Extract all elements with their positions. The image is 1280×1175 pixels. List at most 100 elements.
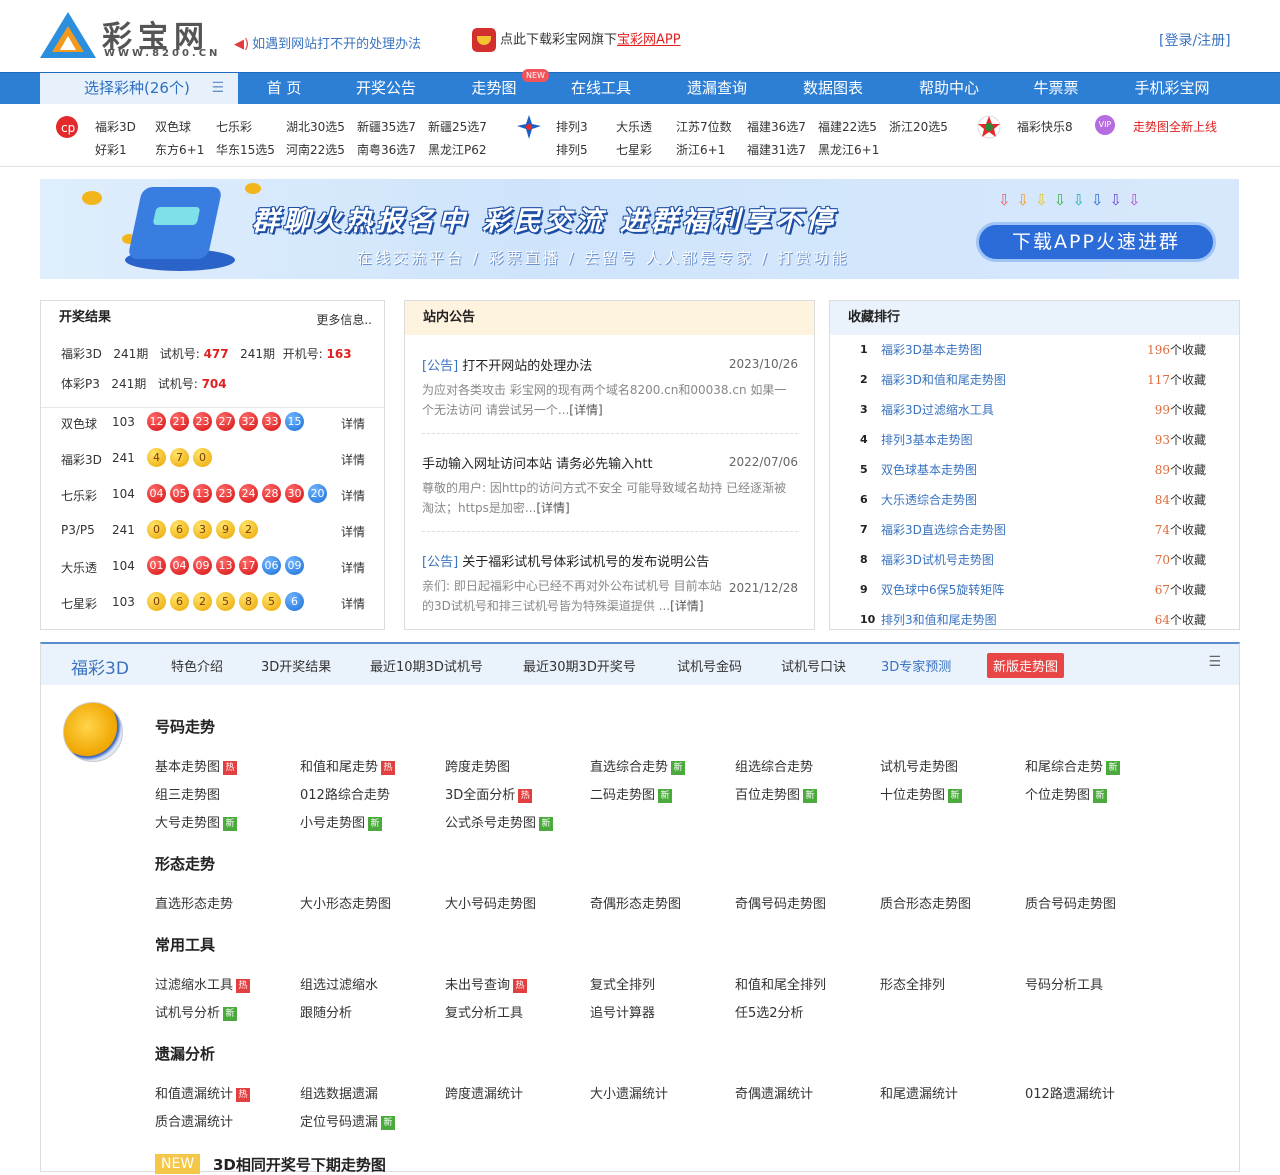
ranking-item[interactable]: 1 福彩3D基本走势图 196个收藏 bbox=[830, 335, 1206, 365]
rank-title[interactable]: 双色球基本走势图 bbox=[881, 455, 977, 485]
detail-link[interactable]: 详情 bbox=[341, 415, 365, 432]
more-info-link[interactable]: 更多信息.. bbox=[316, 311, 372, 328]
trend-link[interactable]: 质合号码走势图 bbox=[1025, 893, 1116, 912]
trend-link[interactable]: 和值遗漏统计热 bbox=[155, 1083, 251, 1102]
detail-link[interactable]: 详情 bbox=[341, 595, 365, 612]
announcement-item[interactable]: [公告] 打不开网站的处理办法 2023/10/26 为应对各类攻击 彩宝网的现… bbox=[422, 355, 798, 420]
trend-link[interactable]: 定位号码遗漏新 bbox=[300, 1111, 396, 1130]
trend-link[interactable]: 质合遗漏统计 bbox=[155, 1111, 233, 1130]
lottery-link[interactable]: 新疆25选7 bbox=[428, 118, 487, 135]
lottery-link[interactable]: 浙江6+1 bbox=[676, 141, 725, 158]
tab-features[interactable]: 特色介绍 bbox=[171, 656, 223, 675]
detail-link[interactable]: 详情 bbox=[341, 523, 365, 540]
nav-data-charts[interactable]: 数据图表 bbox=[775, 73, 891, 104]
tab-expert-forecast[interactable]: 3D专家预测 bbox=[881, 656, 951, 675]
nav-help-center[interactable]: 帮助中心 bbox=[891, 73, 1007, 104]
lottery-link[interactable]: 黑龙江P62 bbox=[428, 141, 487, 158]
tab-last30-draws[interactable]: 最近30期3D开奖号 bbox=[523, 656, 636, 675]
lottery-link[interactable]: 东方6+1 bbox=[155, 141, 204, 158]
trend-link[interactable]: 追号计算器 bbox=[590, 1002, 655, 1021]
site-logo[interactable]: 彩宝网 WWW.8200.CN bbox=[40, 12, 217, 62]
lottery-link[interactable]: 排列5 bbox=[556, 141, 588, 158]
tab-new-trend[interactable]: 新版走势图 bbox=[987, 653, 1065, 678]
lottery-link[interactable]: 湖北30选5 bbox=[286, 118, 345, 135]
trend-link[interactable]: 试机号走势图 bbox=[880, 756, 958, 775]
lottery-link[interactable]: 排列3 bbox=[556, 118, 588, 135]
tab-last10-trial[interactable]: 最近10期3D试机号 bbox=[370, 656, 483, 675]
tab-trial-gold[interactable]: 试机号金码 bbox=[677, 656, 742, 675]
trend-link[interactable]: 小号走势图新 bbox=[300, 812, 383, 831]
trend-promo-link[interactable]: 走势图全新上线 bbox=[1133, 118, 1217, 135]
trend-link[interactable]: 012路遗漏统计 bbox=[1025, 1083, 1115, 1102]
detail-link[interactable]: 详情 bbox=[341, 487, 365, 504]
lottery-link[interactable]: 江苏7位数 bbox=[676, 118, 732, 135]
trend-link[interactable]: 形态全排列 bbox=[880, 974, 945, 993]
trend-link[interactable]: 奇偶号码走势图 bbox=[735, 893, 826, 912]
detail-link[interactable]: 详情 bbox=[341, 451, 365, 468]
rank-title[interactable]: 福彩3D过滤缩水工具 bbox=[881, 395, 994, 425]
login-register-link[interactable]: [登录/注册] bbox=[1159, 30, 1231, 50]
nav-niupiaopiao[interactable]: 牛票票 bbox=[998, 73, 1114, 104]
lottery-link[interactable]: 黑龙江6+1 bbox=[818, 141, 879, 158]
tab-trial-rhyme[interactable]: 试机号口诀 bbox=[781, 656, 846, 675]
ranking-item[interactable]: 10 排列3和值和尾走势图 64个收藏 bbox=[830, 605, 1206, 635]
detail-link[interactable]: [详情] bbox=[569, 403, 602, 417]
rank-title[interactable]: 大乐透综合走势图 bbox=[881, 485, 977, 515]
trend-link[interactable]: 跟随分析 bbox=[300, 1002, 352, 1021]
trend-link[interactable]: 跨度遗漏统计 bbox=[445, 1083, 523, 1102]
ranking-item[interactable]: 5 双色球基本走势图 89个收藏 bbox=[830, 455, 1206, 485]
ranking-item[interactable]: 3 福彩3D过滤缩水工具 99个收藏 bbox=[830, 395, 1206, 425]
nav-home[interactable]: 首 页 bbox=[226, 73, 342, 104]
rank-title[interactable]: 排列3基本走势图 bbox=[881, 425, 973, 455]
trend-link[interactable]: 组三走势图 bbox=[155, 784, 220, 803]
ranking-item[interactable]: 6 大乐透综合走势图 84个收藏 bbox=[830, 485, 1206, 515]
rank-title[interactable]: 排列3和值和尾走势图 bbox=[881, 605, 997, 635]
lottery-link[interactable]: 河南22选5 bbox=[286, 141, 345, 158]
detail-link[interactable]: [详情] bbox=[670, 599, 703, 613]
trend-link[interactable]: 3D全面分析热 bbox=[445, 784, 533, 803]
tab-3d-results[interactable]: 3D开奖结果 bbox=[261, 656, 331, 675]
trend-link[interactable]: 任5选2分析 bbox=[735, 1002, 804, 1021]
trend-link[interactable]: 未出号查询热 bbox=[445, 974, 528, 993]
lottery-link[interactable]: 福建22选5 bbox=[818, 118, 877, 135]
trend-link[interactable]: 大小形态走势图 bbox=[300, 893, 391, 912]
trend-link[interactable]: 012路综合走势 bbox=[300, 784, 390, 803]
app-download-link[interactable]: 点此下载彩宝网旗下宝彩网APP bbox=[472, 28, 681, 52]
trend-link[interactable]: 大小遗漏统计 bbox=[590, 1083, 668, 1102]
ranking-item[interactable]: 9 双色球中6保5旋转矩阵 67个收藏 bbox=[830, 575, 1206, 605]
ranking-item[interactable]: 7 福彩3D直选综合走势图 74个收藏 bbox=[830, 515, 1206, 545]
lottery-link[interactable]: 大乐透 bbox=[616, 118, 652, 135]
nav-draw-notice[interactable]: 开奖公告 bbox=[328, 73, 444, 104]
promo-banner[interactable]: 群聊火热报名中 彩民交流 进群福利享不停 在线交流平台 / 彩票直播 / 去留号… bbox=[40, 179, 1239, 279]
trend-link[interactable]: 二码走势图新 bbox=[590, 784, 673, 803]
announcement-item[interactable]: [公告] 关于福彩试机号体彩试机号的发布说明公告 亲们: 即日起福彩中心已经不再… bbox=[422, 551, 798, 616]
rank-title[interactable]: 福彩3D直选综合走势图 bbox=[881, 515, 1006, 545]
trend-link[interactable]: 试机号分析新 bbox=[155, 1002, 238, 1021]
site-notice-link[interactable]: ◀) 如遇到网站打不开的处理办法 bbox=[234, 33, 421, 52]
ranking-item[interactable]: 4 排列3基本走势图 93个收藏 bbox=[830, 425, 1206, 455]
rank-title[interactable]: 福彩3D基本走势图 bbox=[881, 335, 982, 365]
trend-link[interactable]: 复式全排列 bbox=[590, 974, 655, 993]
trend-link[interactable]: 十位走势图新 bbox=[880, 784, 963, 803]
trend-link[interactable]: 直选综合走势新 bbox=[590, 756, 686, 775]
trend-link[interactable]: 百位走势图新 bbox=[735, 784, 818, 803]
detail-link[interactable]: [详情] bbox=[536, 501, 569, 515]
trend-link[interactable]: 号码分析工具 bbox=[1025, 974, 1103, 993]
trend-link[interactable]: 和尾遗漏统计 bbox=[880, 1083, 958, 1102]
app-link-text[interactable]: 宝彩网APP bbox=[617, 33, 681, 48]
trend-link[interactable]: 奇偶形态走势图 bbox=[590, 893, 681, 912]
trend-link[interactable]: 组选综合走势 bbox=[735, 756, 813, 775]
trend-link[interactable]: 基本走势图热 bbox=[155, 756, 238, 775]
nav-online-tools[interactable]: 在线工具 bbox=[543, 73, 659, 104]
nav-omission-query[interactable]: 遗漏查询 bbox=[659, 73, 775, 104]
lottery-link[interactable]: 福彩3D bbox=[95, 118, 136, 135]
lottery-selector[interactable]: 选择彩种(26个) ☰ bbox=[40, 73, 238, 104]
rank-title[interactable]: 福彩3D试机号走势图 bbox=[881, 545, 994, 575]
lottery-link[interactable]: 浙江20选5 bbox=[889, 118, 948, 135]
trend-link[interactable]: 过滤缩水工具热 bbox=[155, 974, 251, 993]
lottery-link[interactable]: 新疆35选7 bbox=[357, 118, 416, 135]
rank-title[interactable]: 福彩3D和值和尾走势图 bbox=[881, 365, 1006, 395]
trend-link[interactable]: 质合形态走势图 bbox=[880, 893, 971, 912]
trend-link[interactable]: 组选过滤缩水 bbox=[300, 974, 378, 993]
ranking-item[interactable]: 8 福彩3D试机号走势图 70个收藏 bbox=[830, 545, 1206, 575]
